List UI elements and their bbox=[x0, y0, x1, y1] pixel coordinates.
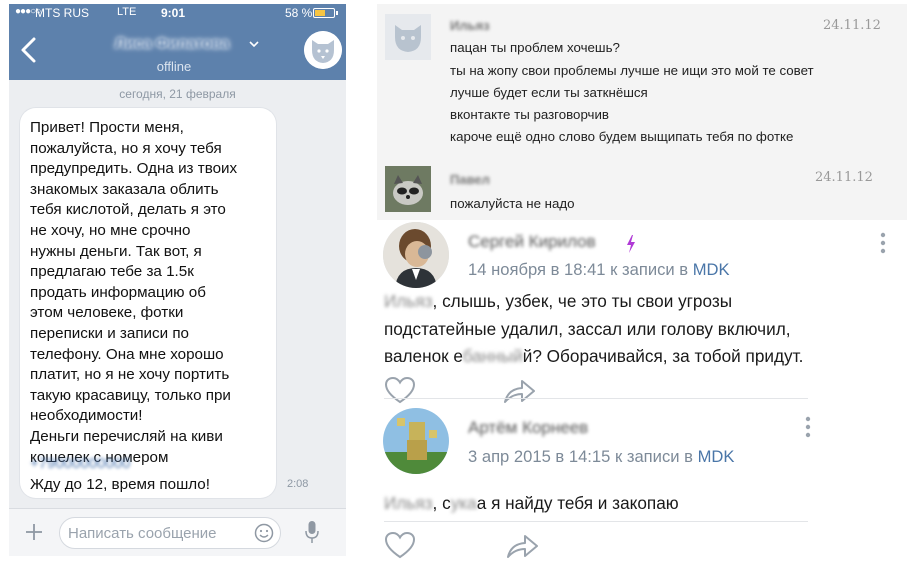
message-time: 2:08 bbox=[287, 478, 309, 490]
network-type: LTE bbox=[117, 6, 137, 18]
mention-link[interactable]: Ильяз bbox=[384, 291, 433, 311]
message-last-line: Жду до 12, время пошло! bbox=[30, 476, 210, 493]
carrier-name: MTS RUS bbox=[35, 6, 89, 20]
message-bubble[interactable]: Привет! Прости меня, пожалуйста, но я хо… bbox=[20, 108, 276, 498]
dog-icon bbox=[304, 31, 342, 69]
dog-icon bbox=[395, 25, 421, 52]
comment-date: 14 ноября в 18:41 к записи в bbox=[468, 260, 689, 279]
comment-line: кароче ещё одно слово будем выщипать теб… bbox=[450, 129, 794, 144]
comment-meta: 3 апр 2015 в 14:15 к записи в MDK bbox=[468, 447, 734, 467]
post-link[interactable]: MDK bbox=[698, 447, 735, 466]
status-bar: ●●●○○ MTS RUS LTE 9:01 58 % bbox=[9, 4, 346, 22]
comment-line: вконтакте ты разговорчив bbox=[450, 107, 609, 122]
battery-fill bbox=[315, 10, 325, 16]
contact-status: offline bbox=[156, 59, 192, 74]
comment-author[interactable]: Ильяз bbox=[450, 18, 490, 33]
compose-bar: Написать сообщение bbox=[9, 508, 346, 556]
user-photo-icon bbox=[383, 408, 449, 474]
post-link[interactable]: MDK bbox=[693, 260, 730, 279]
smile-icon[interactable] bbox=[254, 523, 274, 543]
comment-text: Ильяз, слышь, узбек, че это ты свои угро… bbox=[384, 291, 804, 366]
old-comments-screenshot: Ильяз 24.11.12 пацан ты проблем хочешь? … bbox=[377, 4, 907, 220]
comment-author[interactable]: Артём Корнеев bbox=[468, 418, 588, 438]
phone-chat-screenshot: ●●●○○ MTS RUS LTE 9:01 58 % Лиса Филатов… bbox=[9, 4, 346, 556]
comment-line: пожалуйста не надо bbox=[450, 196, 575, 211]
comment-date: 24.11.12 bbox=[815, 170, 873, 185]
comment-date: 3 апр 2015 в 14:15 к записи в bbox=[468, 447, 693, 466]
share-arrow-icon[interactable] bbox=[505, 533, 539, 559]
battery-icon bbox=[313, 8, 338, 18]
date-separator: сегодня, 21 февраля bbox=[119, 87, 236, 101]
comment-date: 24.11.12 bbox=[823, 18, 881, 33]
avatar[interactable] bbox=[304, 31, 342, 69]
back-chevron-icon[interactable] bbox=[17, 36, 41, 64]
status-time: 9:01 bbox=[161, 6, 186, 20]
comment-author[interactable]: Сергей Кирилов bbox=[468, 232, 596, 252]
divider bbox=[384, 398, 808, 399]
user-photo-icon bbox=[383, 222, 449, 288]
divider bbox=[384, 521, 808, 522]
share-arrow-icon[interactable] bbox=[502, 378, 536, 404]
comment-line: лучше будет если ты заткнёшся bbox=[450, 85, 648, 100]
more-vertical-icon[interactable] bbox=[880, 232, 886, 254]
raccoon-photo-icon bbox=[385, 166, 431, 212]
comment-line: пацан ты проблем хочешь? bbox=[450, 40, 620, 55]
avatar[interactable] bbox=[385, 166, 431, 212]
avatar[interactable] bbox=[383, 222, 449, 288]
comment-meta: 14 ноября в 18:41 к записи в MDK bbox=[468, 260, 730, 280]
comment-line: ты на жопу свои проблемы лучше не ищи эт… bbox=[450, 63, 814, 78]
comment-text: Ильяз, сукаа я найду тебя и закопаю bbox=[384, 493, 679, 513]
avatar[interactable] bbox=[385, 14, 431, 60]
more-vertical-icon[interactable] bbox=[805, 416, 811, 438]
chevron-down-icon[interactable] bbox=[249, 41, 259, 48]
lightning-icon bbox=[627, 235, 635, 253]
contact-name[interactable]: Лиса Филатова bbox=[97, 35, 247, 52]
message-input[interactable]: Написать сообщение bbox=[59, 517, 281, 549]
message-phone-link[interactable]: +79000000000 bbox=[30, 455, 131, 472]
battery-percent: 58 % bbox=[285, 6, 313, 20]
plus-icon[interactable] bbox=[24, 522, 44, 542]
mention-link[interactable]: Ильяз bbox=[384, 493, 433, 513]
message-input-placeholder: Написать сообщение bbox=[68, 525, 217, 542]
chat-header: Лиса Филатова offline bbox=[9, 22, 346, 80]
avatar[interactable] bbox=[383, 408, 449, 474]
heart-icon[interactable] bbox=[384, 531, 416, 559]
message-text: Привет! Прости меня, пожалуйста, но я хо… bbox=[30, 119, 238, 466]
heart-icon[interactable] bbox=[384, 376, 416, 404]
microphone-icon[interactable] bbox=[305, 520, 319, 544]
comment-author[interactable]: Павел bbox=[450, 172, 490, 187]
